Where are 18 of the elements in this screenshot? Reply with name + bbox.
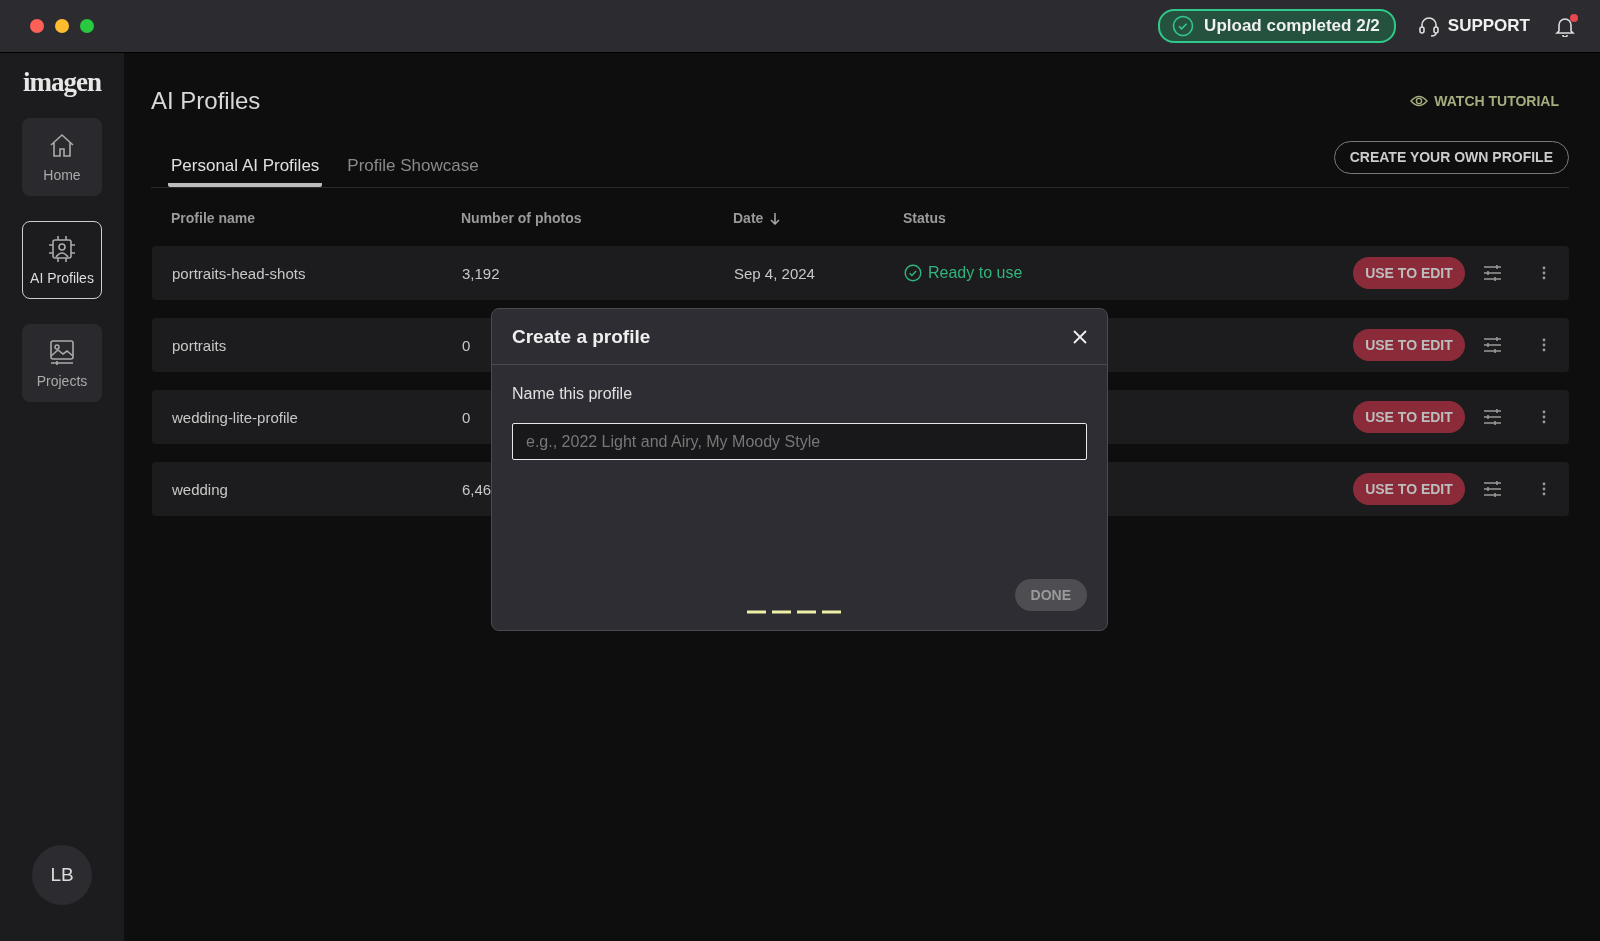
upload-status-badge: Upload completed 2/2 — [1158, 9, 1396, 43]
status-label: Ready to use — [904, 264, 1023, 282]
app-logo: imagen — [23, 67, 101, 98]
photo-count: 0 — [462, 336, 471, 354]
profile-name: wedding-lite-profile — [172, 408, 298, 426]
column-header: Status — [903, 210, 946, 226]
column-header: Number of photos — [461, 210, 582, 226]
photo-count: 3,192 — [462, 264, 500, 282]
profile-name: portraits — [172, 336, 227, 354]
profile-name: wedding — [172, 480, 228, 498]
profile-date: Sep 4, 2024 — [734, 264, 815, 282]
profile-name: portraits-head-shots — [172, 264, 306, 282]
photo-count: 0 — [462, 408, 471, 426]
dialog-title: Create a profile — [512, 325, 651, 348]
photo-count: 6,46 — [462, 480, 492, 498]
page-title: AI Profiles — [151, 87, 261, 115]
column-header: Profile name — [171, 210, 256, 226]
field-label: Name this profile — [512, 385, 634, 403]
